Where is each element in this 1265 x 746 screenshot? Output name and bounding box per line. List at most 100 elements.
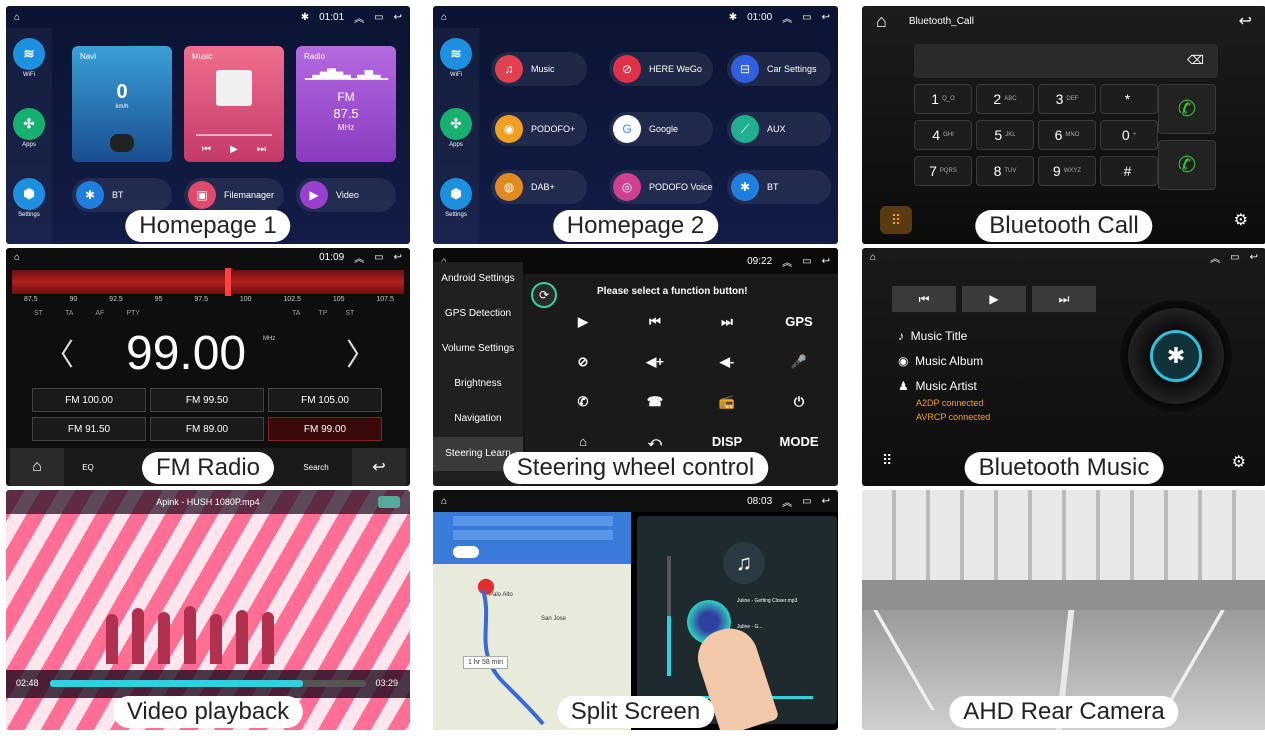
radio-card[interactable]: Radio ▁▃▅▇▅▃▁▃▆▃▁ FM 87.5 MHz — [296, 46, 396, 162]
volume-slider[interactable] — [667, 556, 671, 676]
back-icon[interactable]: ↩ — [1239, 11, 1252, 31]
window-icon[interactable]: ▭ — [1230, 252, 1239, 263]
home-icon[interactable]: ⌂ — [441, 496, 447, 507]
video-shortcut[interactable]: ▶ Video — [296, 178, 396, 212]
menu-item[interactable]: Volume Settings — [433, 332, 523, 366]
settings-icon[interactable]: ⚙ — [1232, 452, 1246, 472]
prev-button[interactable]: ⏮ — [892, 286, 956, 312]
preset-1[interactable]: FM 100.00 — [32, 388, 146, 412]
menu-item[interactable]: Navigation — [433, 402, 523, 436]
back-icon[interactable]: ↩ — [822, 496, 830, 507]
dial-key[interactable]: 4 GHI — [914, 120, 972, 150]
app-dab-plus[interactable]: ◍ DAB+ — [491, 170, 587, 204]
chevron-up-icon[interactable]: ︽ — [1210, 250, 1220, 265]
steering-function-button[interactable]: ▶ — [563, 314, 603, 330]
steering-function-button[interactable]: ⏮ — [635, 314, 675, 330]
back-icon[interactable]: ↩ — [822, 256, 830, 267]
previous-icon[interactable]: ⏮ — [202, 144, 211, 155]
window-icon[interactable]: ▭ — [802, 496, 811, 507]
seek-bar[interactable] — [50, 680, 366, 687]
app-car-settings[interactable]: ⊟ Car Settings — [727, 52, 831, 86]
dial-key[interactable]: 3 DEF — [1038, 84, 1096, 114]
dial-key[interactable]: # — [1100, 156, 1158, 186]
steering-function-button[interactable]: ⤺ — [635, 434, 675, 450]
steering-function-button[interactable]: 🎤 — [779, 354, 819, 370]
dial-key[interactable]: 0 + — [1100, 120, 1158, 150]
dial-key[interactable]: 8 TUV — [976, 156, 1034, 186]
play-button[interactable]: ▶ — [962, 286, 1026, 312]
play-icon[interactable]: ▶ — [230, 144, 238, 155]
back-icon[interactable]: ↩ — [1250, 252, 1258, 263]
dial-key[interactable]: 2 ABC — [976, 84, 1034, 114]
steering-function-button[interactable]: ◀- — [707, 354, 747, 370]
home-icon[interactable]: ⌂ — [870, 252, 876, 263]
navi-card[interactable]: Navi 0 km/h — [72, 46, 172, 162]
dial-key[interactable]: 5 JKL — [976, 120, 1034, 150]
music-card[interactable]: Music ⏮ ▶ ⏭ — [184, 46, 284, 162]
tuner-needle[interactable] — [225, 268, 231, 296]
window-icon[interactable]: ▭ — [374, 252, 383, 263]
filemanager-shortcut[interactable]: ▣ Filemanager — [184, 178, 284, 212]
preset-3[interactable]: FM 105.00 — [268, 388, 382, 412]
number-display[interactable]: ⌫ — [914, 44, 1218, 78]
search-button[interactable]: Search — [296, 448, 336, 486]
menu-item[interactable]: Brightness — [433, 367, 523, 401]
preset-2[interactable]: FM 99.50 — [150, 388, 264, 412]
next-button[interactable]: ⏭ — [1032, 286, 1096, 312]
preset-4[interactable]: FM 91.50 — [32, 417, 146, 441]
home-icon[interactable]: ⌂ — [876, 11, 887, 32]
dial-key[interactable]: 1 Q_O — [914, 84, 972, 114]
preset-5[interactable]: FM 89.00 — [150, 417, 264, 441]
steering-function-button[interactable]: DISP — [707, 434, 747, 449]
sidebar-item-apps[interactable]: ✣ Apps — [13, 108, 45, 148]
bt-shortcut[interactable]: ✱ BT — [72, 178, 172, 212]
tuner-strip[interactable] — [12, 268, 404, 296]
steering-function-button[interactable]: ⌂ — [563, 434, 603, 449]
sidebar-item-apps[interactable]: ✣ Apps — [440, 108, 472, 148]
menu-item[interactable]: GPS Detection — [433, 297, 523, 331]
chevron-up-icon[interactable]: ︽ — [354, 250, 364, 265]
dialpad-tab-icon[interactable]: ⠿ — [880, 206, 912, 234]
back-icon[interactable]: ↩ — [394, 252, 402, 263]
menu-item[interactable]: Android Settings — [433, 262, 523, 296]
steering-function-button[interactable]: ◀+ — [635, 354, 675, 370]
steering-function-button[interactable]: ⏻ — [779, 394, 819, 410]
home-icon[interactable]: ⌂ — [441, 12, 447, 23]
video-frame[interactable] — [6, 514, 410, 664]
sidebar-item-wifi[interactable]: ≋ WiFi — [440, 38, 472, 78]
app-podofo-voice[interactable]: ◎ PODOFO Voice — [609, 170, 713, 204]
steering-function-button[interactable]: MODE — [779, 434, 819, 449]
window-icon[interactable]: ▭ — [802, 12, 811, 23]
home-button[interactable]: ⌂ — [10, 448, 64, 486]
app-aux[interactable]: ⟋ AUX — [727, 112, 831, 146]
music-progress[interactable] — [196, 134, 272, 136]
steering-function-button[interactable]: ⊘ — [563, 354, 603, 370]
chevron-up-icon[interactable]: ︽ — [354, 10, 364, 25]
back-icon[interactable]: ↩ — [394, 12, 402, 23]
backspace-icon[interactable]: ⌫ — [1187, 53, 1204, 67]
back-icon[interactable]: ↩ — [822, 12, 830, 23]
app-bt[interactable]: ✱ BT — [727, 170, 831, 204]
steering-function-button[interactable]: 📻 — [707, 394, 747, 410]
next-icon[interactable]: ⏭ — [257, 144, 266, 155]
refresh-icon[interactable]: ⟳ — [531, 282, 557, 308]
dial-key[interactable]: 7 PQRS — [914, 156, 972, 186]
window-icon[interactable]: ▭ — [374, 12, 383, 23]
back-button[interactable]: ↩ — [352, 448, 406, 486]
steering-function-button[interactable]: ✆ — [563, 394, 603, 410]
app-music[interactable]: ♫ Music — [491, 52, 587, 86]
prev-station-icon[interactable]: 〈 — [44, 330, 74, 374]
sidebar-item-wifi[interactable]: ≋ WiFi — [13, 38, 45, 78]
dial-key[interactable]: 9 WXYZ — [1038, 156, 1096, 186]
chevron-up-icon[interactable]: ︽ — [782, 494, 792, 509]
sidebar-item-settings[interactable]: ⬢ Settings — [440, 178, 472, 218]
dial-key[interactable]: * — [1100, 84, 1158, 114]
eq-button[interactable]: EQ — [68, 448, 108, 486]
steering-function-button[interactable]: GPS — [779, 314, 819, 329]
settings-icon[interactable]: ⚙ — [1234, 210, 1248, 230]
app-here-wego[interactable]: ⊘ HERE WeGo — [609, 52, 713, 86]
steering-function-button[interactable]: ☎ — [635, 394, 675, 410]
call-button[interactable]: ✆ — [1158, 84, 1216, 134]
home-icon[interactable]: ⌂ — [14, 12, 20, 23]
app-google[interactable]: G Google — [609, 112, 713, 146]
